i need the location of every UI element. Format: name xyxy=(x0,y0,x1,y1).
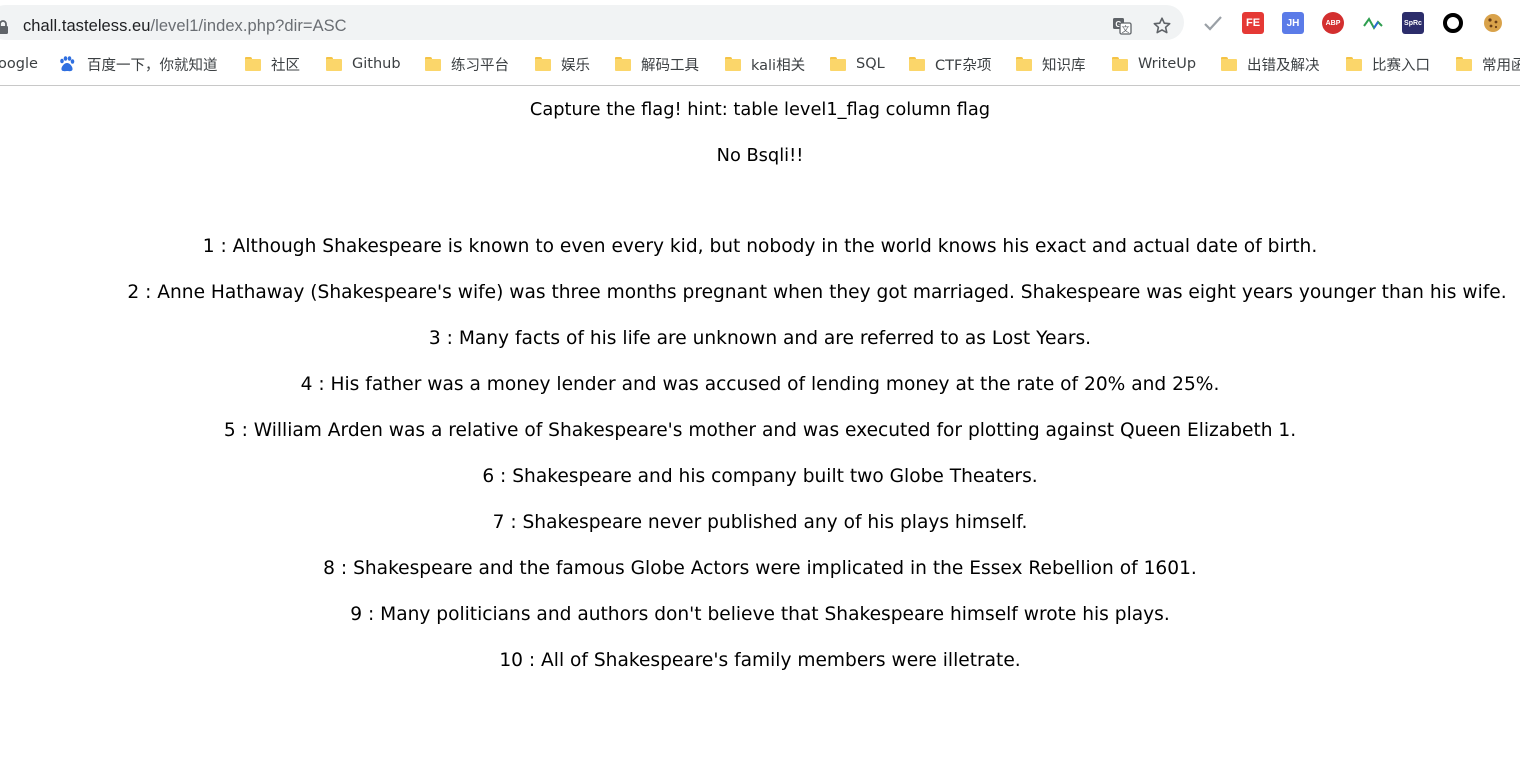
folder-icon xyxy=(1346,57,1362,71)
bookmark-folder-kali[interactable]: kali相关 xyxy=(725,53,805,75)
bookmark-label: 解码工具 xyxy=(641,57,699,74)
folder-icon xyxy=(830,57,846,71)
bookmark-label: 百度一下，你就知道 xyxy=(87,57,218,74)
bookmark-label: CTF杂项 xyxy=(935,57,992,74)
bookmark-folder-common[interactable]: 常用函 xyxy=(1456,53,1520,75)
bookmark-folder-practice[interactable]: 练习平台 xyxy=(425,53,509,75)
fact-item: 1 : Although Shakespeare is known to eve… xyxy=(202,236,1318,257)
bookmark-label: kali相关 xyxy=(751,57,806,74)
bookmark-label: 练习平台 xyxy=(451,57,509,74)
bookmark-label: Github xyxy=(352,56,401,72)
bookmark-folder-errors[interactable]: 出错及解决 xyxy=(1221,53,1320,75)
bookmark-label: SQL xyxy=(856,56,885,72)
baidu-icon xyxy=(60,56,75,72)
bookmark-label: 社区 xyxy=(271,57,300,74)
svg-text:文: 文 xyxy=(1122,24,1130,34)
bookmark-folder-decode-tools[interactable]: 解码工具 xyxy=(615,53,699,75)
lock-icon[interactable] xyxy=(0,19,9,35)
translate-icon[interactable]: G 文 xyxy=(1111,15,1133,37)
folder-icon xyxy=(535,57,551,71)
jh-extension-icon[interactable]: JH xyxy=(1282,12,1304,34)
checkmark-extension-icon[interactable] xyxy=(1202,12,1224,34)
bookmark-label: 出错及解决 xyxy=(1247,57,1320,74)
bookmark-star-icon[interactable] xyxy=(1151,15,1173,37)
bookmark-folder-ctf-misc[interactable]: CTF杂项 xyxy=(909,53,991,75)
fact-item: 10 : All of Shakespeare's family members… xyxy=(499,650,1021,671)
fact-item: 7 : Shakespeare never published any of h… xyxy=(492,512,1028,533)
folder-icon xyxy=(1221,57,1237,71)
url-host: chall.tasteless.eu xyxy=(23,17,151,35)
fact-item: 2 : Anne Hathaway (Shakespeare's wife) w… xyxy=(127,282,1507,303)
bookmark-baidu[interactable]: 百度一下，你就知道 xyxy=(58,53,218,75)
browser-toolbar: chall.tasteless.eu/level1/index.php?dir=… xyxy=(0,0,1520,45)
folder-icon xyxy=(1112,57,1128,71)
bookmark-label: 知识库 xyxy=(1042,57,1086,74)
folder-icon xyxy=(909,57,925,71)
wave-extension-icon[interactable] xyxy=(1362,12,1384,34)
hint-text: Capture the flag! hint: table level1_fla… xyxy=(529,99,991,120)
adblock-plus-icon[interactable]: ABP xyxy=(1322,12,1344,34)
folder-icon xyxy=(725,57,741,71)
notice-text: No Bsqli!! xyxy=(716,145,804,166)
url-text[interactable]: chall.tasteless.eu/level1/index.php?dir=… xyxy=(23,17,347,36)
bookmark-label: 娱乐 xyxy=(561,57,590,74)
fact-item: 3 : Many facts of his life are unknown a… xyxy=(428,328,1092,349)
bookmark-folder-contests[interactable]: 比赛入口 xyxy=(1346,53,1430,75)
folder-icon xyxy=(615,57,631,71)
cookie-extension-icon[interactable] xyxy=(1482,12,1504,34)
fact-item: 9 : Many politicians and authors don't b… xyxy=(350,604,1170,625)
url-path: /level1/index.php?dir=ASC xyxy=(150,17,347,35)
page-content: Capture the flag! hint: table level1_fla… xyxy=(0,86,1520,762)
folder-icon xyxy=(1016,57,1032,71)
folder-icon xyxy=(425,57,441,71)
bookmark-label: oogle xyxy=(0,56,38,72)
bookmark-label: WriteUp xyxy=(1138,56,1197,72)
fact-item: 6 : Shakespeare and his company built tw… xyxy=(482,466,1038,487)
bookmark-label: 比赛入口 xyxy=(1372,57,1430,74)
folder-icon xyxy=(245,57,261,71)
bookmark-google[interactable]: oogle xyxy=(0,53,38,75)
bookmark-folder-github[interactable]: Github xyxy=(326,53,401,75)
folder-icon xyxy=(326,57,342,71)
bookmark-folder-writeup[interactable]: WriteUp xyxy=(1112,53,1196,75)
bookmark-folder-sql[interactable]: SQL xyxy=(830,53,885,75)
bookmark-folder-entertainment[interactable]: 娱乐 xyxy=(535,53,590,75)
fe-extension-icon[interactable]: FE xyxy=(1242,12,1264,34)
fact-item: 4 : His father was a money lender and wa… xyxy=(300,374,1220,395)
sprc-extension-icon[interactable]: SpRc xyxy=(1402,12,1424,34)
bookmark-label: 常用函 xyxy=(1482,57,1520,74)
bookmark-folder-knowledge[interactable]: 知识库 xyxy=(1016,53,1086,75)
fact-item: 5 : William Arden was a relative of Shak… xyxy=(223,420,1297,441)
folder-icon xyxy=(1456,57,1472,71)
ring-extension-icon[interactable] xyxy=(1442,12,1464,34)
bookmarks-bar: oogle 百度一下，你就知道 社区 Github 练习平台 娱乐 解码工具 k… xyxy=(0,45,1520,86)
address-bar[interactable]: chall.tasteless.eu/level1/index.php?dir=… xyxy=(0,5,1184,40)
bookmark-folder-community[interactable]: 社区 xyxy=(245,53,300,75)
fact-item: 8 : Shakespeare and the famous Globe Act… xyxy=(323,558,1197,579)
